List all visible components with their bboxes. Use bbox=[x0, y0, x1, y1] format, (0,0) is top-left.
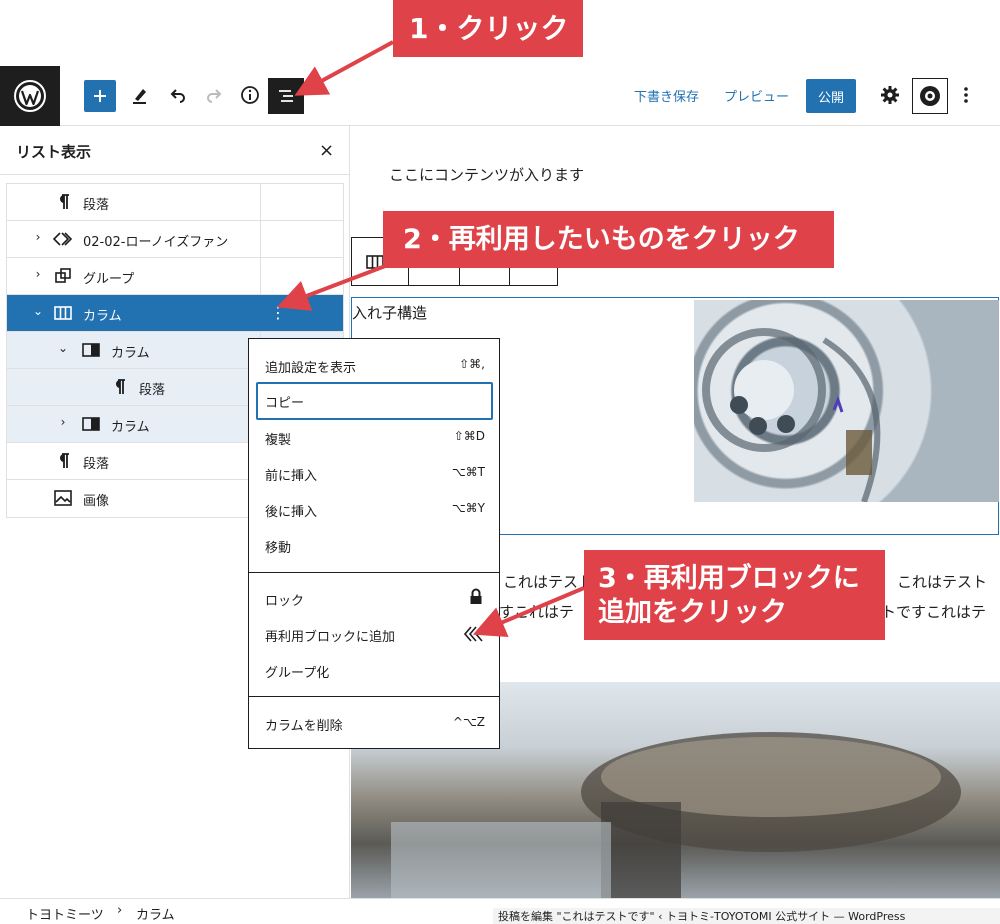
tree-row-columns-selected[interactable]: ⌄ カラム ⋮ bbox=[7, 295, 343, 332]
plugin-sidebar-button[interactable] bbox=[912, 78, 948, 114]
columns-icon bbox=[53, 303, 73, 323]
tree-row-label: グループ bbox=[83, 272, 135, 287]
undo-icon bbox=[170, 89, 185, 103]
breadcrumb-root[interactable]: トヨトミーツ bbox=[26, 904, 104, 923]
wordpress-icon bbox=[14, 80, 46, 112]
menu-separator bbox=[249, 572, 499, 573]
list-view-icon bbox=[279, 90, 293, 102]
menu-item-copy[interactable]: コピー bbox=[265, 392, 485, 412]
tree-row-label: カラム bbox=[83, 309, 122, 324]
plugin-gear-icon bbox=[920, 86, 940, 106]
lock-icon bbox=[469, 588, 483, 609]
column-text[interactable]: 入れ子構造 bbox=[352, 302, 427, 323]
tree-row-label: 段落 bbox=[139, 383, 166, 398]
column-icon bbox=[81, 340, 101, 360]
more-options-button[interactable] bbox=[950, 79, 982, 111]
menu-item-insert-after[interactable]: 後に挿入 ⌥⌘Y bbox=[265, 501, 485, 521]
tree-row-label: 段落 bbox=[83, 198, 110, 213]
preview-button[interactable]: プレビュー bbox=[724, 86, 789, 105]
tree-row-paragraph[interactable]: 段落 bbox=[7, 184, 343, 221]
machine-photo[interactable] bbox=[694, 300, 999, 502]
tools-button[interactable] bbox=[124, 79, 156, 111]
fan-part-image bbox=[702, 328, 881, 502]
editor-toolbar: 下書き保存 プレビュー 公開 bbox=[0, 66, 1000, 126]
text-fragment: トですこれはテ bbox=[881, 603, 987, 621]
undo-button[interactable] bbox=[162, 79, 194, 111]
chevron-right-icon[interactable]: › bbox=[31, 267, 45, 281]
tree-row-label: 段落 bbox=[83, 457, 110, 472]
text-fragment: これはテスト bbox=[897, 573, 988, 591]
text-fragment: すこれはテ bbox=[499, 603, 575, 621]
tree-row-label: カラム bbox=[111, 346, 150, 361]
annotation-step2: 2・再利用したいものをクリック bbox=[383, 211, 834, 268]
paragraph-block[interactable]: ここにコンテンツが入ります bbox=[389, 164, 584, 185]
menu-item-duplicate[interactable]: 複製 ⇧⌘D bbox=[265, 429, 485, 449]
gear-icon bbox=[881, 86, 899, 104]
columns-icon[interactable] bbox=[366, 254, 384, 273]
settings-button[interactable] bbox=[874, 79, 906, 111]
panel-title: リスト表示 bbox=[16, 143, 92, 161]
annotation-step3-line1: 3・再利用ブロックに bbox=[598, 563, 860, 594]
window-title-tooltip: 投稿を編集 "これはテストです" ‹ トヨトミ-TOYOTOMI 公式サイト —… bbox=[493, 908, 1000, 924]
paragraph-icon bbox=[109, 377, 129, 397]
list-view-button[interactable] bbox=[268, 78, 304, 114]
tree-row-label: カラム bbox=[111, 420, 150, 435]
chevron-right-icon[interactable]: › bbox=[31, 230, 45, 244]
chevron-right-icon[interactable]: › bbox=[56, 415, 70, 429]
close-panel-button[interactable]: × bbox=[319, 140, 334, 161]
tree-row-label: 02-02-ローノイズファン bbox=[83, 235, 229, 250]
add-block-button[interactable] bbox=[84, 80, 116, 112]
redo-button[interactable] bbox=[198, 79, 230, 111]
menu-item-group[interactable]: グループ化 bbox=[265, 662, 485, 682]
annotation-step1: 1・クリック bbox=[393, 0, 583, 57]
info-icon bbox=[241, 86, 259, 104]
annotation-step3-line2: 追加をクリック bbox=[598, 597, 787, 628]
group-icon bbox=[53, 266, 73, 286]
reusable-block-icon bbox=[463, 625, 485, 647]
tree-row-label: 画像 bbox=[83, 494, 110, 509]
annotation-step3: 3・再利用ブロックに 追加をクリック bbox=[584, 550, 885, 640]
reusable-block-icon bbox=[53, 229, 73, 249]
wordpress-logo-button[interactable] bbox=[0, 66, 60, 126]
panel-divider bbox=[0, 174, 350, 175]
column-icon bbox=[81, 414, 101, 434]
menu-item-lock[interactable]: ロック bbox=[265, 588, 485, 610]
tree-row-group[interactable]: › グループ bbox=[7, 258, 343, 295]
pencil-icon bbox=[133, 89, 146, 104]
menu-item-add-to-reusable[interactable]: 再利用ブロックに追加 bbox=[265, 626, 485, 646]
paragraph-icon bbox=[53, 192, 73, 212]
chevron-down-icon[interactable]: ⌄ bbox=[56, 341, 70, 355]
vertical-ellipsis-icon bbox=[964, 87, 968, 103]
tree-row-reusable[interactable]: › 02-02-ローノイズファン bbox=[7, 221, 343, 258]
plus-icon bbox=[94, 90, 106, 102]
menu-item-show-more-settings[interactable]: 追加設定を表示 ⇧⌘, bbox=[265, 357, 485, 377]
redo-icon bbox=[207, 89, 222, 103]
paragraph-icon bbox=[53, 451, 73, 471]
breadcrumb-separator: › bbox=[117, 903, 123, 918]
block-options-menu: 追加設定を表示 ⇧⌘, コピー 複製 ⇧⌘D 前に挿入 ⌥⌘T 後に挿入 ⌥⌘Y… bbox=[248, 338, 500, 749]
breadcrumb-current[interactable]: カラム bbox=[136, 904, 175, 923]
chevron-down-icon[interactable]: ⌄ bbox=[31, 304, 45, 318]
menu-item-remove-columns[interactable]: カラムを削除 ^⌥Z bbox=[265, 715, 485, 735]
details-button[interactable] bbox=[234, 79, 266, 111]
menu-item-insert-before[interactable]: 前に挿入 ⌥⌘T bbox=[265, 465, 485, 485]
publish-button[interactable]: 公開 bbox=[806, 79, 856, 113]
menu-separator bbox=[249, 696, 499, 697]
block-options-button[interactable]: ⋮ bbox=[269, 303, 287, 322]
save-draft-button[interactable]: 下書き保存 bbox=[634, 86, 699, 105]
image-icon bbox=[53, 488, 73, 508]
text-fragment: これはテスト bbox=[503, 573, 594, 591]
menu-item-move[interactable]: 移動 bbox=[265, 537, 485, 557]
